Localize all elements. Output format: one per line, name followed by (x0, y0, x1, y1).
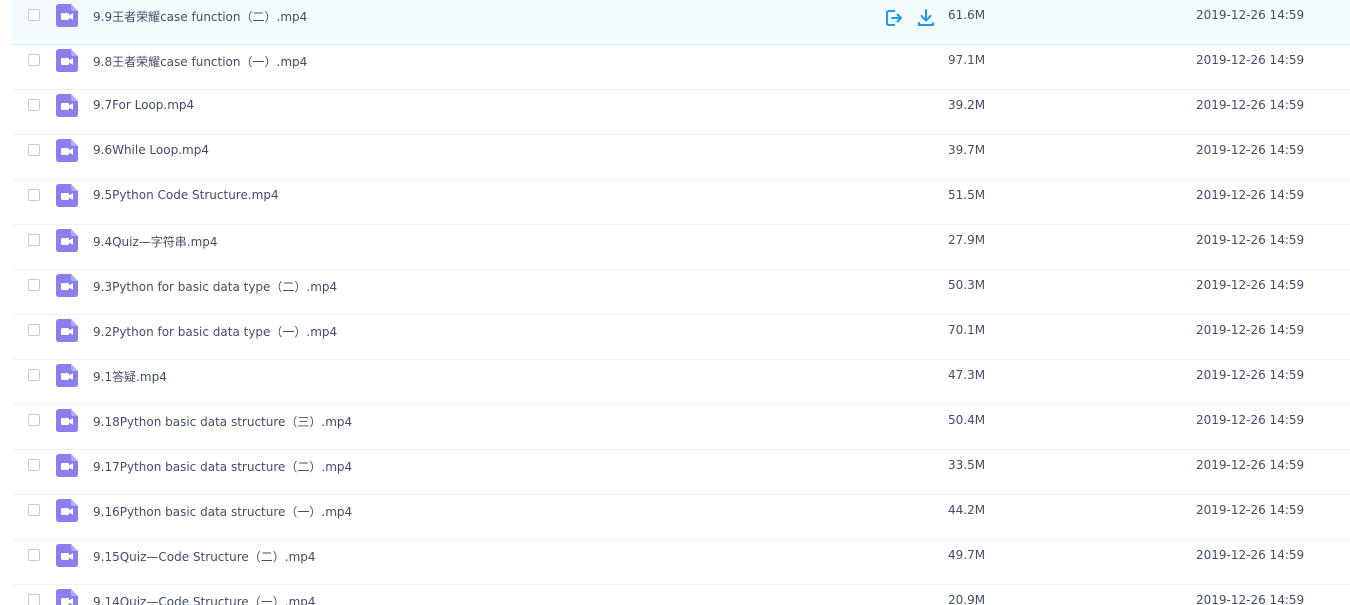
file-size: 49.7M (948, 548, 986, 562)
file-name[interactable]: 9.17Python basic data structure（二）.mp4 (93, 458, 352, 475)
file-size: 97.1M (948, 53, 986, 67)
file-size: 50.4M (948, 413, 986, 427)
file-row[interactable]: 9.15Quiz—Code Structure（二）.mp4 49.7M 201… (12, 540, 1350, 585)
file-modified-date: 2019-12-26 14:59 (1196, 548, 1305, 562)
file-size: 47.3M (948, 368, 986, 382)
file-modified-date: 2019-12-26 14:59 (1196, 323, 1305, 337)
row-checkbox[interactable] (28, 504, 40, 516)
row-checkbox[interactable] (28, 594, 40, 605)
row-checkbox[interactable] (28, 279, 40, 291)
file-name[interactable]: 9.5Python Code Structure.mp4 (93, 188, 279, 202)
file-row-hovered[interactable]: 9.9王者荣耀case function（二）.mp4 61.6M 2019-1… (12, 0, 1350, 45)
file-row[interactable]: 9.16Python basic data structure（一）.mp4 4… (12, 495, 1350, 540)
file-size: 51.5M (948, 188, 986, 202)
video-file-icon (56, 4, 78, 27)
file-row[interactable]: 9.5Python Code Structure.mp4 51.5M 2019-… (12, 180, 1350, 225)
file-size: 39.2M (948, 98, 986, 112)
file-modified-date: 2019-12-26 14:59 (1196, 593, 1305, 605)
video-file-icon (56, 184, 78, 207)
row-checkbox[interactable] (28, 144, 40, 156)
file-row[interactable]: 9.17Python basic data structure（二）.mp4 3… (12, 450, 1350, 495)
file-name[interactable]: 9.8王者荣耀case function（一）.mp4 (93, 53, 307, 70)
file-size: 20.9M (948, 593, 986, 605)
file-rows: 9.9王者荣耀case function（二）.mp4 61.6M 2019-1… (12, 0, 1350, 605)
file-name[interactable]: 9.9王者荣耀case function（二）.mp4 (93, 8, 307, 25)
video-file-icon (56, 139, 78, 162)
video-file-icon (56, 274, 78, 297)
row-checkbox[interactable] (28, 369, 40, 381)
file-size: 39.7M (948, 143, 986, 157)
video-file-icon (56, 49, 78, 72)
file-size: 33.5M (948, 458, 986, 472)
row-checkbox[interactable] (28, 324, 40, 336)
file-name[interactable]: 9.3Python for basic data type（二）.mp4 (93, 278, 337, 295)
file-modified-date: 2019-12-26 14:59 (1196, 98, 1305, 112)
row-checkbox[interactable] (28, 414, 40, 426)
file-size: 50.3M (948, 278, 986, 292)
file-modified-date: 2019-12-26 14:59 (1196, 458, 1305, 472)
file-modified-date: 2019-12-26 14:59 (1196, 8, 1305, 22)
row-checkbox[interactable] (28, 54, 40, 66)
file-name[interactable]: 9.16Python basic data structure（一）.mp4 (93, 503, 352, 520)
file-list: 9.9王者荣耀case function（二）.mp4 61.6M 2019-1… (12, 0, 1350, 605)
file-name[interactable]: 9.2Python for basic data type（一）.mp4 (93, 323, 337, 340)
file-name[interactable]: 9.6While Loop.mp4 (93, 143, 209, 157)
file-modified-date: 2019-12-26 14:59 (1196, 503, 1305, 517)
file-row[interactable]: 9.4Quiz—字符串.mp4 27.9M 2019-12-26 14:59 (12, 225, 1350, 270)
file-size: 27.9M (948, 233, 986, 247)
file-name[interactable]: 9.15Quiz—Code Structure（二）.mp4 (93, 548, 316, 565)
video-file-icon (56, 94, 78, 117)
video-file-icon (56, 319, 78, 342)
file-size: 44.2M (948, 503, 986, 517)
video-file-icon (56, 229, 78, 252)
file-modified-date: 2019-12-26 14:59 (1196, 278, 1305, 292)
video-file-icon (56, 544, 78, 567)
row-checkbox[interactable] (28, 549, 40, 561)
row-checkbox[interactable] (28, 189, 40, 201)
file-row[interactable]: 9.2Python for basic data type（一）.mp4 70.… (12, 315, 1350, 360)
file-size: 70.1M (948, 323, 986, 337)
file-name[interactable]: 9.7For Loop.mp4 (93, 98, 194, 112)
file-modified-date: 2019-12-26 14:59 (1196, 53, 1305, 67)
file-row[interactable]: 9.1答疑.mp4 47.3M 2019-12-26 14:59 (12, 360, 1350, 405)
video-file-icon (56, 409, 78, 432)
file-row[interactable]: 9.14Quiz—Code Structure（一）.mp4 20.9M 201… (12, 585, 1350, 605)
file-row[interactable]: 9.6While Loop.mp4 39.7M 2019-12-26 14:59 (12, 135, 1350, 180)
file-modified-date: 2019-12-26 14:59 (1196, 413, 1305, 427)
row-checkbox[interactable] (28, 9, 40, 21)
file-row[interactable]: 9.8王者荣耀case function（一）.mp4 97.1M 2019-1… (12, 45, 1350, 90)
row-checkbox[interactable] (28, 234, 40, 246)
share-icon[interactable] (884, 8, 904, 28)
video-file-icon (56, 589, 78, 605)
download-icon[interactable] (916, 8, 936, 28)
file-size: 61.6M (948, 8, 986, 22)
file-modified-date: 2019-12-26 14:59 (1196, 233, 1305, 247)
file-modified-date: 2019-12-26 14:59 (1196, 143, 1305, 157)
video-file-icon (56, 454, 78, 477)
file-name[interactable]: 9.14Quiz—Code Structure（一）.mp4 (93, 593, 316, 605)
file-row[interactable]: 9.7For Loop.mp4 39.2M 2019-12-26 14:59 (12, 90, 1350, 135)
file-row[interactable]: 9.18Python basic data structure（三）.mp4 5… (12, 405, 1350, 450)
row-checkbox[interactable] (28, 459, 40, 471)
file-modified-date: 2019-12-26 14:59 (1196, 368, 1305, 382)
file-modified-date: 2019-12-26 14:59 (1196, 188, 1305, 202)
file-name[interactable]: 9.1答疑.mp4 (93, 368, 167, 385)
row-hover-actions (884, 8, 936, 28)
video-file-icon (56, 364, 78, 387)
video-file-icon (56, 499, 78, 522)
file-name[interactable]: 9.18Python basic data structure（三）.mp4 (93, 413, 352, 430)
file-name[interactable]: 9.4Quiz—字符串.mp4 (93, 233, 218, 250)
row-checkbox[interactable] (28, 99, 40, 111)
file-row[interactable]: 9.3Python for basic data type（二）.mp4 50.… (12, 270, 1350, 315)
